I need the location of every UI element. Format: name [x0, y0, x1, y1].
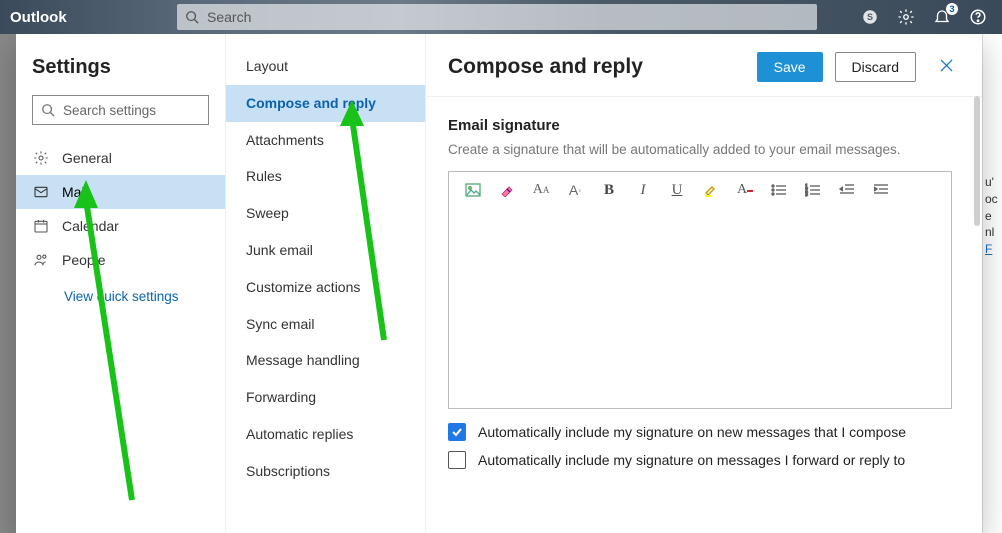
submenu-compose-and-reply[interactable]: Compose and reply: [226, 85, 425, 122]
settings-nav: General Mail Calendar People: [16, 135, 225, 277]
nav-people[interactable]: People: [16, 243, 225, 277]
signature-editor: AA A◦ B I U A 123: [448, 171, 952, 409]
signature-options: Automatically include my signature on ne…: [448, 409, 952, 489]
global-search[interactable]: Search: [177, 4, 817, 30]
mail-icon: [32, 184, 50, 200]
nav-label: Calendar: [62, 218, 119, 234]
submenu-message-handling[interactable]: Message handling: [226, 342, 425, 379]
submenu-rules[interactable]: Rules: [226, 158, 425, 195]
nav-label: People: [62, 252, 106, 268]
detail-header: Compose and reply Save Discard: [426, 34, 982, 96]
submenu-junk-email[interactable]: Junk email: [226, 232, 425, 269]
editor-toolbar: AA A◦ B I U A 123: [449, 172, 951, 208]
svg-text:3: 3: [805, 192, 808, 197]
global-search-placeholder: Search: [207, 9, 251, 25]
nav-label: Mail: [62, 184, 88, 200]
bold-icon[interactable]: B: [601, 182, 617, 198]
settings-submenu: Layout Compose and reply Attachments Rul…: [226, 34, 426, 533]
bullet-list-icon[interactable]: [771, 182, 787, 198]
highlight-icon[interactable]: [703, 182, 719, 198]
submenu-customize-actions[interactable]: Customize actions: [226, 269, 425, 306]
header-actions: S 3: [860, 7, 1002, 27]
nav-calendar[interactable]: Calendar: [16, 209, 225, 243]
background-strip-left: [0, 34, 16, 533]
close-button[interactable]: [932, 59, 960, 76]
peek-text: oc: [985, 191, 1000, 208]
settings-detail: Compose and reply Save Discard Email sig…: [426, 34, 982, 533]
save-button[interactable]: Save: [757, 52, 823, 82]
settings-gear-icon[interactable]: [896, 7, 916, 27]
settings-sidebar: Settings Search settings General Mail: [16, 34, 226, 533]
insert-image-icon[interactable]: [465, 182, 481, 198]
submenu-sweep[interactable]: Sweep: [226, 195, 425, 232]
peek-text: u': [985, 174, 1000, 191]
detail-scrollbar[interactable]: [970, 90, 982, 533]
skype-icon[interactable]: S: [860, 7, 880, 27]
app-header: Outlook Search S 3: [0, 0, 1002, 34]
background-peek-right: u' oc e nl F: [982, 34, 1002, 533]
search-icon: [41, 103, 55, 117]
submenu-forwarding[interactable]: Forwarding: [226, 379, 425, 416]
font-size-icon[interactable]: A◦: [567, 182, 583, 198]
indent-icon[interactable]: [873, 182, 889, 198]
settings-title: Settings: [16, 34, 225, 89]
check-label: Automatically include my signature on ne…: [478, 424, 906, 440]
outdent-icon[interactable]: [839, 182, 855, 198]
people-icon: [32, 252, 50, 268]
signature-textarea[interactable]: [449, 208, 951, 408]
checkbox-icon: [448, 423, 466, 441]
close-icon: [940, 59, 953, 72]
app-brand: Outlook: [0, 9, 175, 26]
submenu-subscriptions[interactable]: Subscriptions: [226, 453, 425, 490]
svg-text:S: S: [867, 12, 873, 22]
peek-link[interactable]: F: [985, 242, 992, 256]
discard-button[interactable]: Discard: [835, 52, 916, 82]
help-icon[interactable]: [968, 7, 988, 27]
underline-icon[interactable]: U: [669, 182, 685, 198]
search-icon: [185, 10, 199, 24]
notifications-icon[interactable]: 3: [932, 7, 952, 27]
peek-text: e: [985, 208, 1000, 225]
check-new-messages[interactable]: Automatically include my signature on ne…: [448, 423, 952, 441]
number-list-icon[interactable]: 123: [805, 182, 821, 198]
checkbox-icon: [448, 451, 466, 469]
signature-section-sub: Create a signature that will be automati…: [448, 142, 952, 171]
scrollbar-thumb[interactable]: [974, 96, 980, 226]
submenu-layout[interactable]: Layout: [226, 48, 425, 85]
detail-body: Email signature Create a signature that …: [426, 96, 982, 533]
submenu-attachments[interactable]: Attachments: [226, 122, 425, 159]
detail-title: Compose and reply: [448, 55, 745, 79]
nav-label: General: [62, 150, 112, 166]
italic-icon[interactable]: I: [635, 182, 651, 198]
nav-general[interactable]: General: [16, 141, 225, 175]
submenu-sync-email[interactable]: Sync email: [226, 306, 425, 343]
view-quick-settings-link[interactable]: View quick settings: [16, 277, 225, 304]
peek-text: nl: [985, 224, 1000, 241]
settings-search-ph: Search settings: [63, 103, 156, 118]
calendar-icon: [32, 218, 50, 234]
signature-section-title: Email signature: [448, 101, 952, 142]
clear-format-icon[interactable]: [499, 182, 515, 198]
gear-icon: [32, 150, 50, 166]
settings-panel: Settings Search settings General Mail: [16, 34, 982, 533]
font-color-icon[interactable]: A: [737, 182, 753, 198]
submenu-automatic-replies[interactable]: Automatic replies: [226, 416, 425, 453]
check-forward-reply[interactable]: Automatically include my signature on me…: [448, 451, 952, 469]
notification-badge: 3: [946, 3, 958, 15]
check-label: Automatically include my signature on me…: [478, 452, 905, 468]
nav-mail[interactable]: Mail: [16, 175, 225, 209]
font-family-icon[interactable]: AA: [533, 182, 549, 198]
settings-search[interactable]: Search settings: [32, 95, 209, 125]
